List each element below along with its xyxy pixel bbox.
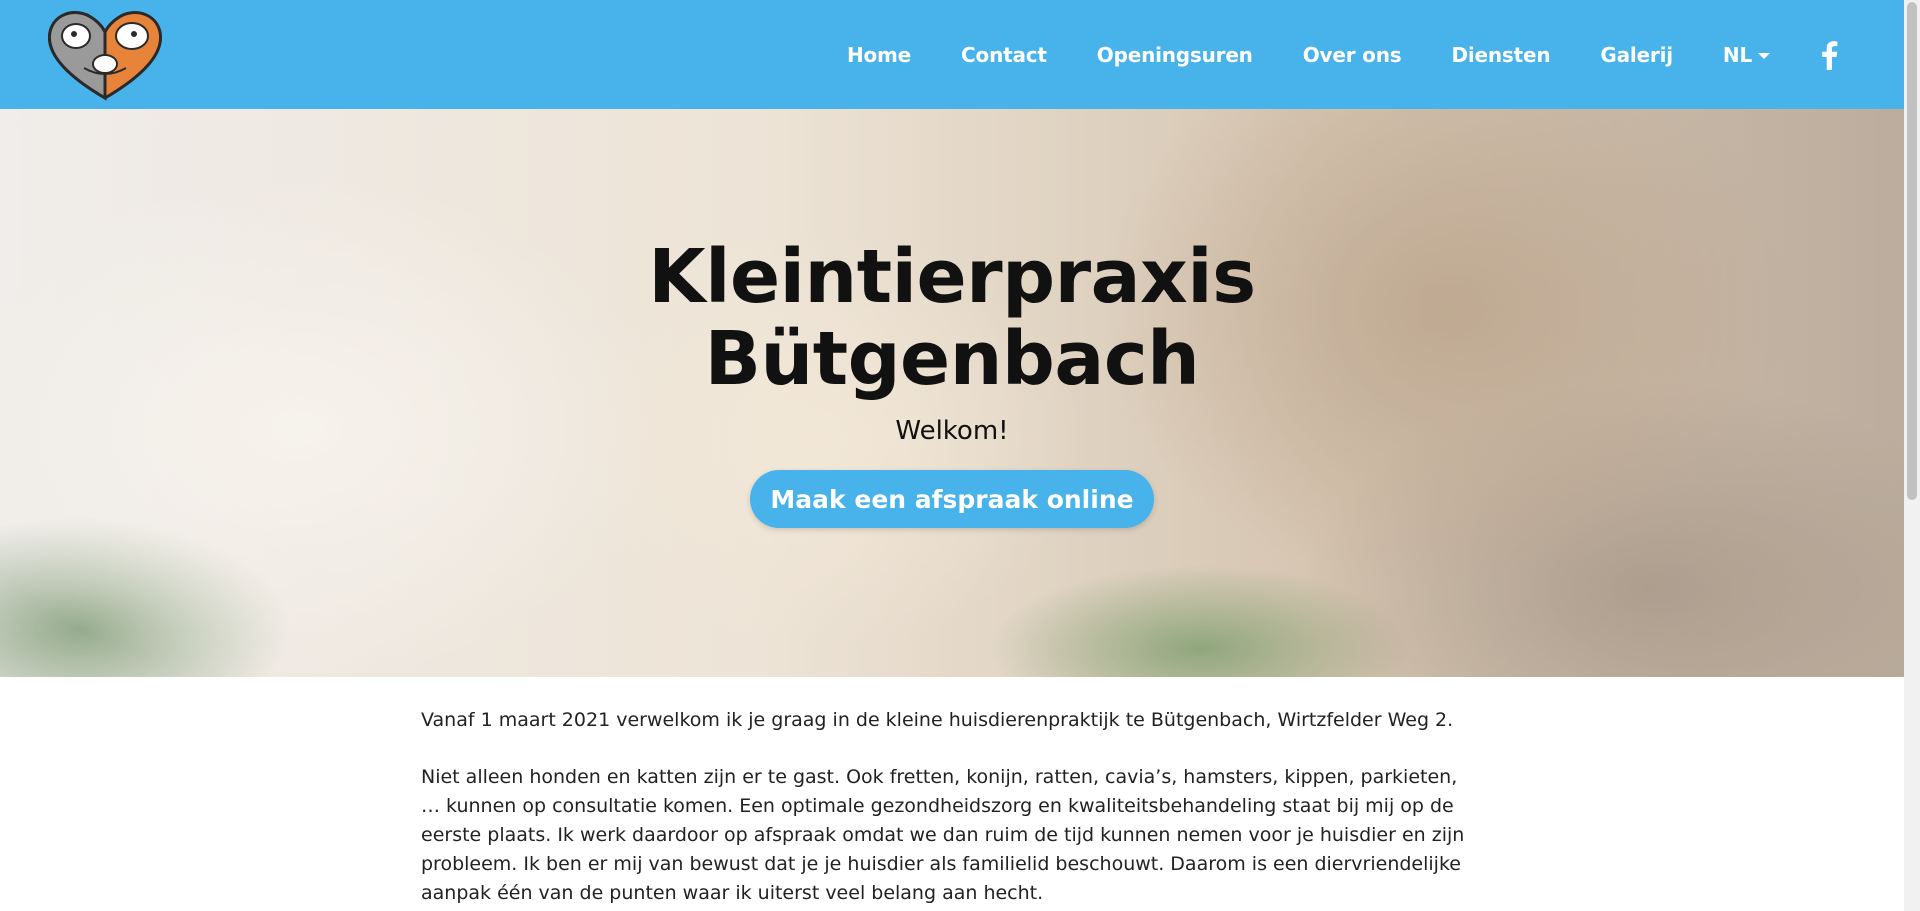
- site-header: Home Contact Openingsuren Over ons Diens…: [0, 0, 1904, 109]
- intro-text: Vanaf 1 maart 2021 verwelkom ik je graag…: [421, 706, 1471, 911]
- main-nav: Home Contact Openingsuren Over ons Diens…: [797, 0, 1840, 109]
- logo-icon[interactable]: [44, 6, 166, 102]
- hero-subtitle: Welkom!: [895, 416, 1009, 446]
- intro-paragraph: Vanaf 1 maart 2021 verwelkom ik je graag…: [421, 709, 1454, 731]
- language-label: NL: [1722, 42, 1752, 67]
- nav-galerij[interactable]: Galerij: [1600, 43, 1673, 67]
- nav-home[interactable]: Home: [847, 43, 911, 67]
- intro-paragraph: Niet alleen honden en katten zijn er te …: [421, 766, 1465, 904]
- language-dropdown[interactable]: NL: [1723, 43, 1770, 67]
- hero-title: Kleintierpraxis Bütgenbach: [648, 234, 1256, 402]
- nav-contact[interactable]: Contact: [961, 43, 1047, 67]
- book-appointment-button[interactable]: Maak een afspraak online: [750, 470, 1154, 528]
- hero-banner: Kleintierpraxis Bütgenbach Welkom! Maak …: [0, 109, 1904, 677]
- facebook-icon[interactable]: [1818, 40, 1840, 70]
- scrollbar-thumb[interactable]: [1907, 2, 1917, 500]
- page-scrollbar[interactable]: [1904, 0, 1920, 911]
- nav-diensten[interactable]: Diensten: [1451, 43, 1550, 67]
- chevron-down-icon: [1758, 52, 1770, 59]
- nav-openingsuren[interactable]: Openingsuren: [1097, 43, 1253, 67]
- nav-over-ons[interactable]: Over ons: [1303, 43, 1402, 67]
